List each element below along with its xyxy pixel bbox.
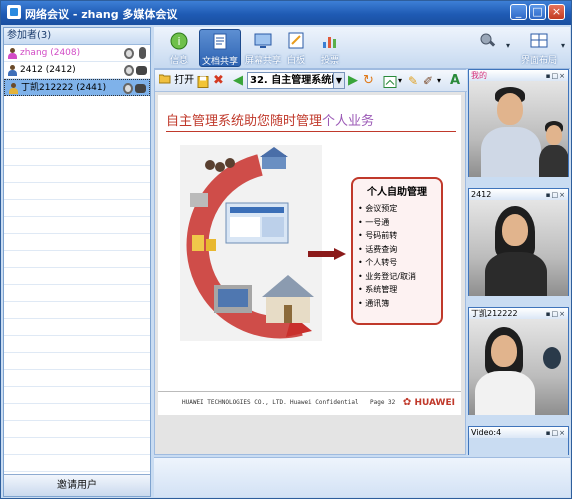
- conference-window: 网络会议 - zhang 多媒体会议 _ □ × 参加者(3) zhang (2…: [0, 0, 572, 499]
- video-feed: [469, 81, 568, 177]
- camera-icon[interactable]: [124, 48, 134, 59]
- document-area: 打开 ✖ ◀ 32. 自主管理系统助您 ▼ ▶ ↻ ▾ ✎ ✐ ▾ A 自主管理…: [154, 69, 467, 455]
- video-feed: [469, 200, 568, 296]
- panel-item: 会议预定: [358, 202, 436, 216]
- layout-dropdown-arrow[interactable]: ▾: [561, 41, 565, 50]
- video-feed: [469, 438, 568, 455]
- pen-dropdown-arrow[interactable]: ▾: [437, 73, 441, 89]
- next-page-icon[interactable]: ▶: [348, 73, 358, 89]
- user-icon: [7, 65, 17, 76]
- phone-icon[interactable]: [135, 84, 146, 93]
- close-document-icon[interactable]: ✖: [213, 73, 224, 89]
- zoom-fit-icon[interactable]: [383, 74, 397, 90]
- chevron-down-icon: ▼: [333, 73, 344, 88]
- document-share-button[interactable]: 文档共享: [199, 29, 241, 67]
- panel-title: 个人自助管理: [367, 187, 427, 198]
- microphone-icon[interactable]: [139, 47, 146, 59]
- video-panel[interactable]: 2412 ▪□×: [468, 188, 569, 296]
- vote-icon: [323, 37, 336, 48]
- panel-item: 个人转号: [358, 256, 436, 270]
- arrow-right-icon: [308, 248, 346, 260]
- participant-row[interactable]: 2412 (2412): [4, 62, 150, 79]
- video-column: 我的 ▪□× 2412 ▪□× 丁凯212222 ▪□× Video:4 ▪□×: [468, 69, 570, 455]
- layout-button[interactable]: 界面布局: [518, 29, 560, 67]
- participant-name: 丁凯212222 (2441): [21, 83, 107, 93]
- video-label: 我的 ▪□×: [469, 70, 568, 81]
- maximize-button[interactable]: □: [529, 4, 546, 20]
- video-panel[interactable]: 丁凯212222 ▪□×: [468, 307, 569, 415]
- page-select[interactable]: 32. 自主管理系统助您 ▼: [247, 72, 345, 89]
- title-divider: [166, 131, 456, 132]
- main-toolbar: i 信息 文档共享 屏幕共享 白板 投票 ▾ 界面布局 ▾: [154, 27, 570, 69]
- participant-panel: 参加者(3) zhang (2408) 2412 (2412) 丁凯212222…: [3, 27, 151, 497]
- bottom-panel: [154, 457, 570, 497]
- tools-button[interactable]: [467, 29, 509, 67]
- info-button[interactable]: i 信息: [158, 29, 200, 67]
- video-label: 2412 ▪□×: [469, 189, 568, 200]
- panel-item: 业务登记/取消: [358, 270, 436, 284]
- invite-user-button[interactable]: 邀请用户: [4, 474, 150, 496]
- document-share-icon: [213, 33, 227, 50]
- user-icon: [8, 83, 18, 94]
- screen-share-icon: [254, 33, 272, 48]
- panel-item: 一号通: [358, 216, 436, 230]
- pointer-tool-icon[interactable]: ✎: [408, 73, 418, 89]
- slide-title: 自主管理系统助您随时管理个人业务: [166, 114, 375, 129]
- open-button[interactable]: 打开: [158, 73, 194, 89]
- refresh-icon[interactable]: ↻: [363, 73, 374, 89]
- video-panel[interactable]: Video:4 ▪□×: [468, 426, 569, 455]
- panel-item: 话费查询: [358, 243, 436, 257]
- panel-item: 号码前转: [358, 229, 436, 243]
- phone-icon[interactable]: [136, 66, 147, 75]
- participant-header: 参加者(3): [4, 28, 150, 45]
- footer-confidential: Huawei Confidential: [290, 399, 359, 406]
- save-icon[interactable]: [197, 74, 209, 90]
- video-feed: [469, 319, 568, 415]
- document-toolbar: 打开 ✖ ◀ 32. 自主管理系统助您 ▼ ▶ ↻ ▾ ✎ ✐ ▾ A: [155, 70, 467, 92]
- slide-footer: HUAWEI TECHNOLOGIES CO., LTD. Huawei Con…: [158, 391, 461, 415]
- info-icon: i: [170, 32, 188, 50]
- tools-icon: [480, 33, 496, 47]
- previous-page-icon[interactable]: ◀: [233, 73, 243, 89]
- panel-item: 系统管理: [358, 283, 436, 297]
- layout-icon: [530, 33, 548, 48]
- text-tool-icon[interactable]: A: [450, 73, 460, 89]
- app-icon: [7, 5, 21, 19]
- zoom-dropdown-arrow[interactable]: ▾: [398, 73, 402, 89]
- vote-button[interactable]: 投票: [309, 29, 351, 67]
- video-panel[interactable]: 我的 ▪□×: [468, 69, 569, 177]
- panel-item: 通讯簿: [358, 297, 436, 311]
- whiteboard-icon: [288, 32, 304, 49]
- service-diagram: [180, 145, 322, 341]
- participant-list-empty-area: [4, 115, 150, 473]
- pen-tool-icon[interactable]: ✐: [423, 73, 433, 89]
- self-service-panel: 个人自助管理 会议预定 一号通 号码前转 话费查询 个人转号 业务登记/取消 系…: [351, 177, 443, 325]
- participant-name: zhang (2408): [20, 48, 81, 58]
- camera-icon[interactable]: [124, 65, 134, 76]
- video-label: 丁凯212222 ▪□×: [469, 308, 568, 319]
- participant-row[interactable]: 丁凯212222 (2441): [4, 79, 150, 96]
- camera-icon[interactable]: [123, 83, 133, 94]
- folder-icon: [158, 74, 171, 84]
- close-button[interactable]: ×: [548, 4, 565, 20]
- video-label: Video:4 ▪□×: [469, 427, 568, 438]
- user-icon: [7, 48, 17, 59]
- tools-dropdown-arrow[interactable]: ▾: [506, 41, 510, 50]
- minimize-button[interactable]: _: [510, 4, 527, 20]
- webcam-icon: [543, 347, 561, 369]
- participant-name: 2412 (2412): [20, 65, 76, 75]
- slide-canvas[interactable]: 自主管理系统助您随时管理个人业务 个人自助管理 • 会议预定 • 一号通 • 号…: [158, 95, 461, 415]
- title-bar[interactable]: 网络会议 - zhang 多媒体会议 _ □ ×: [1, 1, 571, 25]
- window-title: 网络会议 - zhang 多媒体会议: [25, 8, 178, 21]
- huawei-logo: ✿ HUAWEI: [402, 397, 455, 408]
- footer-company: HUAWEI TECHNOLOGIES CO., LTD.: [182, 399, 287, 406]
- svg-text:i: i: [177, 35, 180, 48]
- footer-page: Page 32: [370, 399, 396, 406]
- participant-row[interactable]: zhang (2408): [4, 45, 150, 62]
- diagram-graphic: [186, 147, 314, 339]
